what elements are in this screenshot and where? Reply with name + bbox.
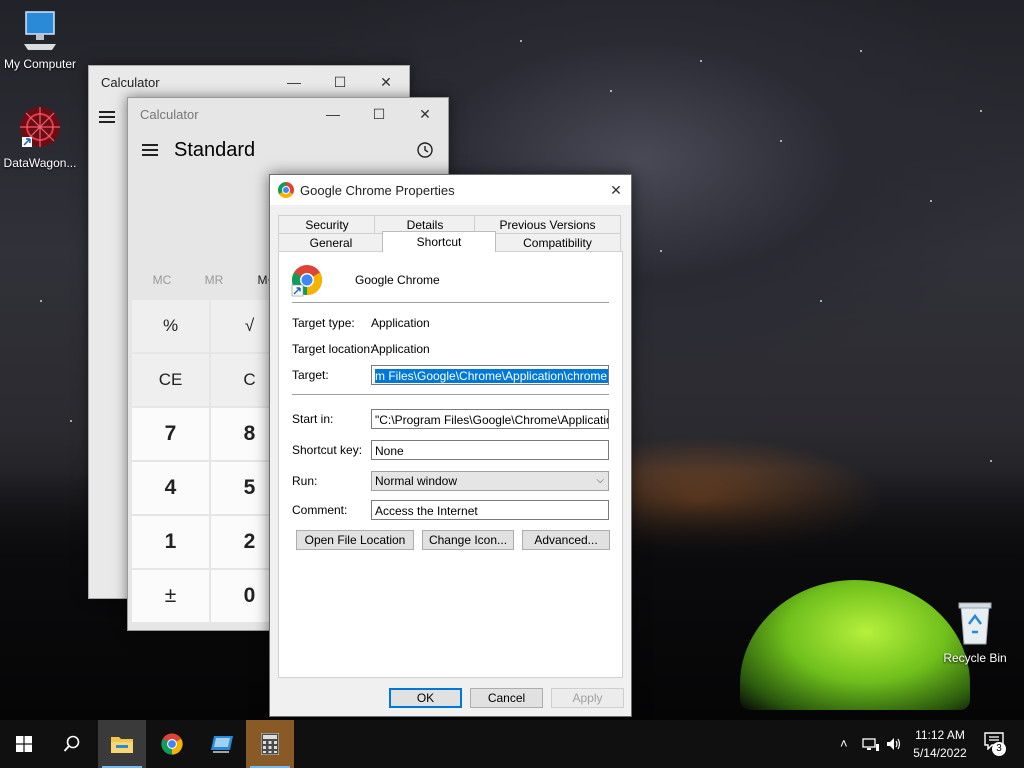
history-icon[interactable] bbox=[416, 141, 434, 159]
system-clock[interactable]: 11:12 AM 5/14/2022 bbox=[905, 726, 975, 762]
file-explorer-icon bbox=[111, 737, 133, 753]
open-file-location-button[interactable]: Open File Location bbox=[296, 530, 414, 550]
tab-compatibility[interactable]: Compatibility bbox=[494, 233, 621, 251]
close-button[interactable]: ✕ bbox=[363, 66, 409, 98]
start-in-label: Start in: bbox=[292, 412, 334, 426]
memory-clear-button[interactable]: MC bbox=[136, 273, 188, 287]
desktop-icon-my-computer[interactable]: My Computer bbox=[0, 10, 80, 71]
close-button[interactable]: ✕ bbox=[402, 98, 448, 130]
tab-shortcut[interactable]: Shortcut bbox=[382, 231, 496, 252]
hamburger-icon bbox=[99, 111, 115, 123]
chrome-icon bbox=[278, 182, 294, 198]
separator bbox=[292, 302, 609, 303]
taskbar-calculator[interactable] bbox=[246, 720, 294, 768]
apply-button[interactable]: Apply bbox=[551, 688, 624, 708]
notification-center-button[interactable]: 3 bbox=[980, 728, 1016, 760]
dialog-titlebar[interactable]: Google Chrome Properties ✕ bbox=[270, 175, 631, 205]
taskbar-chrome[interactable] bbox=[148, 720, 196, 768]
desktop-icon-label: My Computer bbox=[3, 57, 77, 71]
chrome-icon bbox=[161, 733, 183, 755]
chevron-up-icon[interactable]: ˄ bbox=[840, 736, 848, 751]
computer-icon bbox=[24, 11, 56, 50]
search-button[interactable] bbox=[48, 720, 96, 768]
chevron-down-icon: ⌵ bbox=[596, 475, 604, 486]
window-title: Calculator bbox=[101, 74, 160, 90]
change-icon-button[interactable]: Change Icon... bbox=[422, 530, 514, 550]
maximize-button[interactable]: ☐ bbox=[317, 66, 363, 98]
ok-button[interactable]: OK bbox=[389, 688, 462, 708]
hamburger-icon[interactable] bbox=[142, 141, 158, 159]
target-type-label: Target type: bbox=[292, 316, 355, 330]
separator bbox=[292, 394, 609, 395]
windows-logo-icon bbox=[16, 736, 32, 752]
tab-strip: Security Details Previous Versions Gener… bbox=[278, 215, 621, 253]
shortcut-panel: Google Chrome Target type: Application T… bbox=[278, 251, 623, 678]
target-field[interactable]: m Files\Google\Chrome\Application\chrome… bbox=[371, 365, 609, 385]
start-button[interactable] bbox=[0, 720, 48, 768]
maximize-button[interactable]: ☐ bbox=[356, 98, 402, 130]
notification-count-badge: 3 bbox=[992, 742, 1006, 756]
recycle-bin-icon bbox=[958, 602, 992, 645]
close-button[interactable]: ✕ bbox=[601, 175, 631, 205]
window-title: Calculator bbox=[140, 106, 199, 122]
taskbar-remote-app[interactable] bbox=[198, 720, 246, 768]
target-selected-text: m Files\Google\Chrome\Application\chrome… bbox=[375, 369, 608, 383]
tab-previous-versions[interactable]: Previous Versions bbox=[474, 215, 621, 233]
clock-date: 5/14/2022 bbox=[913, 746, 967, 760]
memory-recall-button[interactable]: MR bbox=[188, 273, 240, 287]
dialog-title: Google Chrome Properties bbox=[300, 182, 455, 198]
digit-7-key[interactable]: 7 bbox=[132, 408, 209, 460]
desktop-icon-recycle-bin[interactable]: Recycle Bin bbox=[935, 600, 1015, 665]
calculator-mode: Standard bbox=[174, 138, 256, 161]
taskbar: ˄ 11:12 AM 5/14/2022 3 bbox=[0, 720, 1024, 768]
run-label: Run: bbox=[292, 474, 318, 488]
calculator-icon bbox=[261, 733, 279, 755]
calculator-titlebar[interactable]: Calculator — ☐ ✕ bbox=[89, 66, 409, 98]
datawagon-icon bbox=[20, 107, 60, 147]
desktop-icon-label: Recycle Bin bbox=[943, 651, 1007, 665]
shortcut-key-field[interactable]: None bbox=[371, 440, 609, 460]
chrome-shortcut-icon bbox=[291, 265, 323, 297]
start-in-field[interactable]: "C:\Program Files\Google\Chrome\Applicat… bbox=[371, 409, 609, 429]
clear-entry-key[interactable]: CE bbox=[132, 354, 209, 406]
advanced-button[interactable]: Advanced... bbox=[522, 530, 610, 550]
desktop-icon-datawagon[interactable]: DataWagon... bbox=[0, 105, 80, 170]
desktop-icon-label: DataWagon... bbox=[3, 156, 77, 170]
target-location-value: Application bbox=[371, 342, 430, 356]
percent-key[interactable]: % bbox=[132, 300, 209, 352]
cancel-button[interactable]: Cancel bbox=[470, 688, 543, 708]
clock-time: 11:12 AM bbox=[915, 728, 965, 742]
properties-dialog[interactable]: Google Chrome Properties ✕ Security Deta… bbox=[269, 174, 632, 717]
volume-icon[interactable] bbox=[886, 737, 902, 751]
tab-general[interactable]: General bbox=[278, 233, 384, 251]
negate-key[interactable]: ± bbox=[132, 570, 209, 622]
target-location-label: Target location: bbox=[292, 342, 374, 356]
search-icon bbox=[63, 735, 80, 752]
target-label: Target: bbox=[292, 368, 329, 382]
target-type-value: Application bbox=[371, 316, 430, 330]
run-select[interactable]: Normal window ⌵ bbox=[371, 471, 609, 491]
comment-label: Comment: bbox=[292, 503, 348, 517]
run-selected-value: Normal window bbox=[375, 474, 458, 488]
minimize-button[interactable]: — bbox=[271, 66, 317, 98]
app-name: Google Chrome bbox=[355, 273, 440, 287]
network-icon[interactable] bbox=[862, 738, 880, 752]
remote-app-icon bbox=[211, 736, 233, 753]
tab-security[interactable]: Security bbox=[278, 215, 376, 233]
comment-field[interactable]: Access the Internet bbox=[371, 500, 609, 520]
digit-4-key[interactable]: 4 bbox=[132, 462, 209, 514]
calculator-titlebar[interactable]: Calculator — ☐ ✕ bbox=[128, 98, 448, 130]
taskbar-file-explorer[interactable] bbox=[98, 720, 146, 768]
minimize-button[interactable]: — bbox=[310, 98, 356, 130]
digit-1-key[interactable]: 1 bbox=[132, 516, 209, 568]
shortcut-key-label: Shortcut key: bbox=[292, 443, 363, 457]
